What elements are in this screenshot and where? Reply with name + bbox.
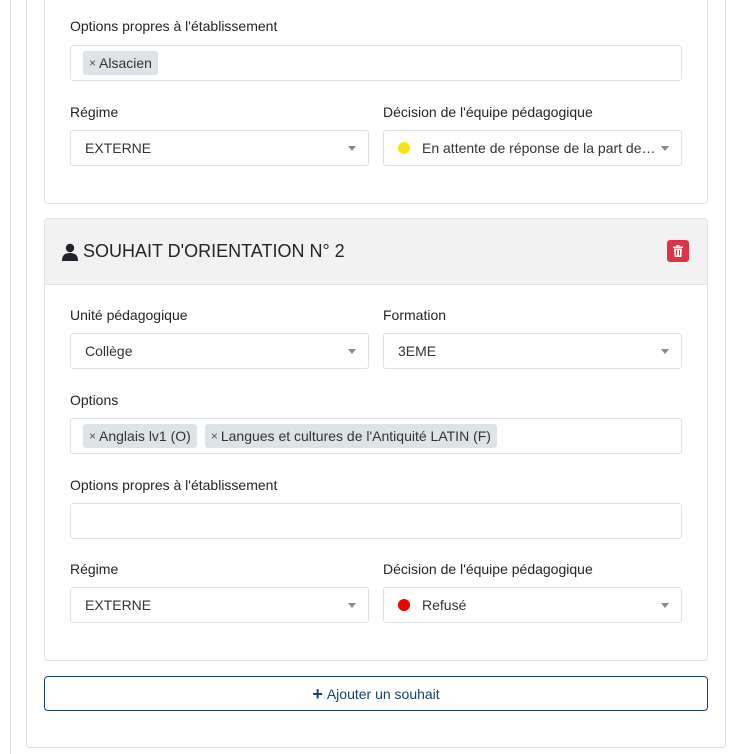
wish-card-2: SOUHAIT D'ORIENTATION N° 2 Unité pédagog… xyxy=(44,218,708,661)
option-tag: × Alsacien xyxy=(83,51,158,75)
decision-select[interactable]: En attente de réponse de la part de l... xyxy=(383,130,682,166)
remove-tag-icon[interactable]: × xyxy=(89,429,96,443)
remove-tag-icon[interactable]: × xyxy=(89,56,96,70)
options-propres-label: Options propres à l'établissement xyxy=(70,18,278,34)
options-propres-multiselect[interactable]: × Alsacien xyxy=(70,45,682,81)
options-label: Options xyxy=(70,392,119,408)
dropdown-arrow-icon xyxy=(661,603,669,608)
dropdown-arrow-icon xyxy=(348,349,356,354)
trash-icon xyxy=(673,245,683,257)
options-propres-label: Options propres à l'établissement xyxy=(70,477,278,493)
dropdown-arrow-icon xyxy=(661,146,669,151)
wish-card-1: Options propres à l'établissement × Alsa… xyxy=(44,0,708,204)
user-icon xyxy=(62,243,78,261)
dropdown-arrow-icon xyxy=(348,146,356,151)
regime-label: Régime xyxy=(70,104,119,120)
remove-tag-icon[interactable]: × xyxy=(211,429,218,443)
delete-wish-button[interactable] xyxy=(667,240,689,262)
decision-select[interactable]: Refusé xyxy=(383,587,682,623)
formation-label: Formation xyxy=(383,307,447,323)
option-tag: × Anglais lv1 (O) xyxy=(83,424,197,448)
dropdown-arrow-icon xyxy=(348,603,356,608)
wish-card-header: SOUHAIT D'ORIENTATION N° 2 xyxy=(45,219,707,285)
options-propres-multiselect[interactable] xyxy=(70,503,682,539)
unite-label: Unité pédagogique xyxy=(70,307,188,323)
formation-select[interactable]: 3EME xyxy=(383,333,682,369)
regime-select[interactable]: EXTERNE xyxy=(70,130,369,166)
decision-label: Décision de l'équipe pédagogique xyxy=(383,104,593,120)
status-dot-icon xyxy=(398,142,410,154)
regime-label: Régime xyxy=(70,561,119,577)
option-tag: × Langues et cultures de l'Antiquité LAT… xyxy=(204,424,497,448)
status-dot-icon xyxy=(398,599,410,611)
decision-label: Décision de l'équipe pédagogique xyxy=(383,561,593,577)
wish-title: SOUHAIT D'ORIENTATION N° 2 xyxy=(62,241,345,262)
outer-divider xyxy=(10,0,11,754)
add-wish-button[interactable]: + Ajouter un souhait xyxy=(44,676,708,711)
dropdown-arrow-icon xyxy=(661,349,669,354)
regime-select[interactable]: EXTERNE xyxy=(70,587,369,623)
unite-select[interactable]: Collège xyxy=(70,333,369,369)
plus-icon: + xyxy=(312,683,323,704)
options-multiselect[interactable]: × Anglais lv1 (O) × Langues et cultures … xyxy=(70,418,682,454)
